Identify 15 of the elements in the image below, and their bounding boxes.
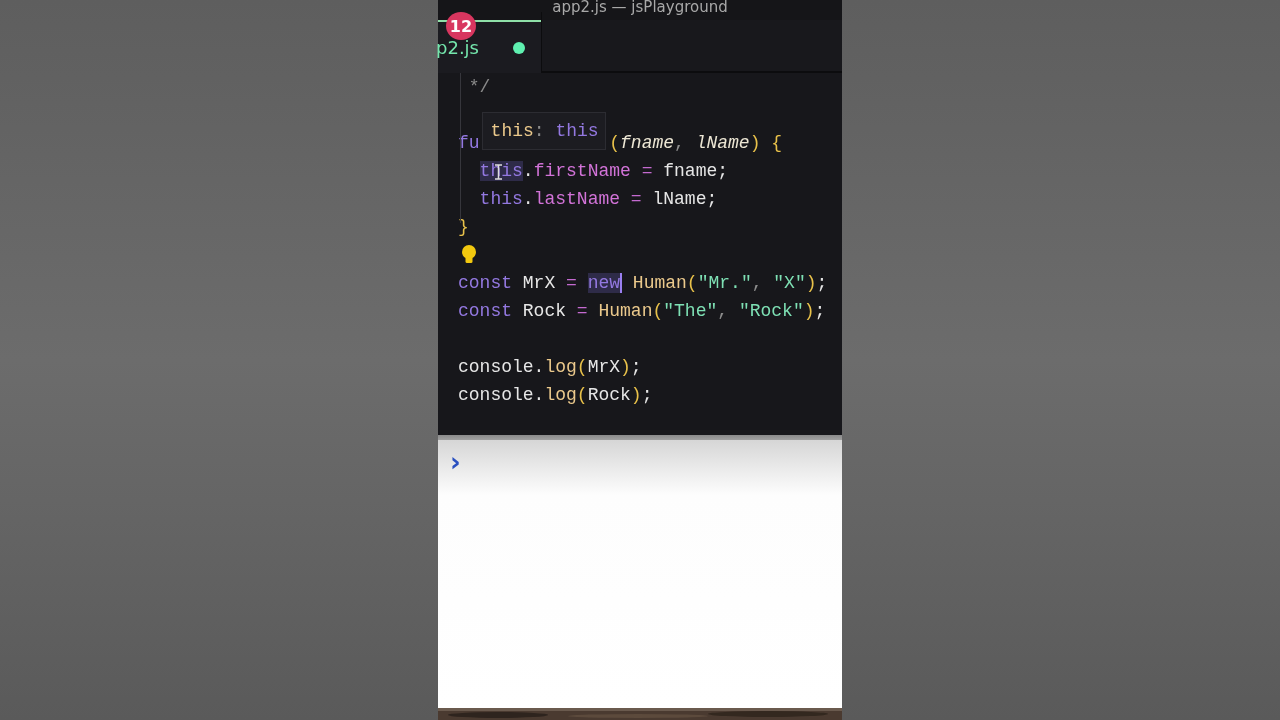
code-line: const MrX = new Human("Mr.", "X");	[458, 272, 828, 295]
window-title: app2.js — jsPlayground	[552, 0, 728, 16]
code-line: console.log(Rock);	[458, 384, 653, 407]
code-text: fu	[458, 132, 480, 155]
notification-badge: 12	[446, 12, 476, 40]
code-line: this.lastName = lName;	[478, 188, 718, 211]
code-text: (fname, lName) {	[609, 132, 783, 155]
code-line: const Rock = Human("The", "Rock");	[458, 300, 826, 323]
hover-tooltip: this: this	[481, 112, 606, 150]
code-line: */	[467, 76, 491, 99]
code-line: console.log(MrX);	[458, 356, 642, 379]
lightbulb-icon[interactable]	[462, 245, 476, 265]
editor-tab[interactable]: p2.js 12	[438, 12, 542, 73]
code-line: }	[458, 216, 469, 239]
console-prompt: ›	[450, 452, 461, 472]
